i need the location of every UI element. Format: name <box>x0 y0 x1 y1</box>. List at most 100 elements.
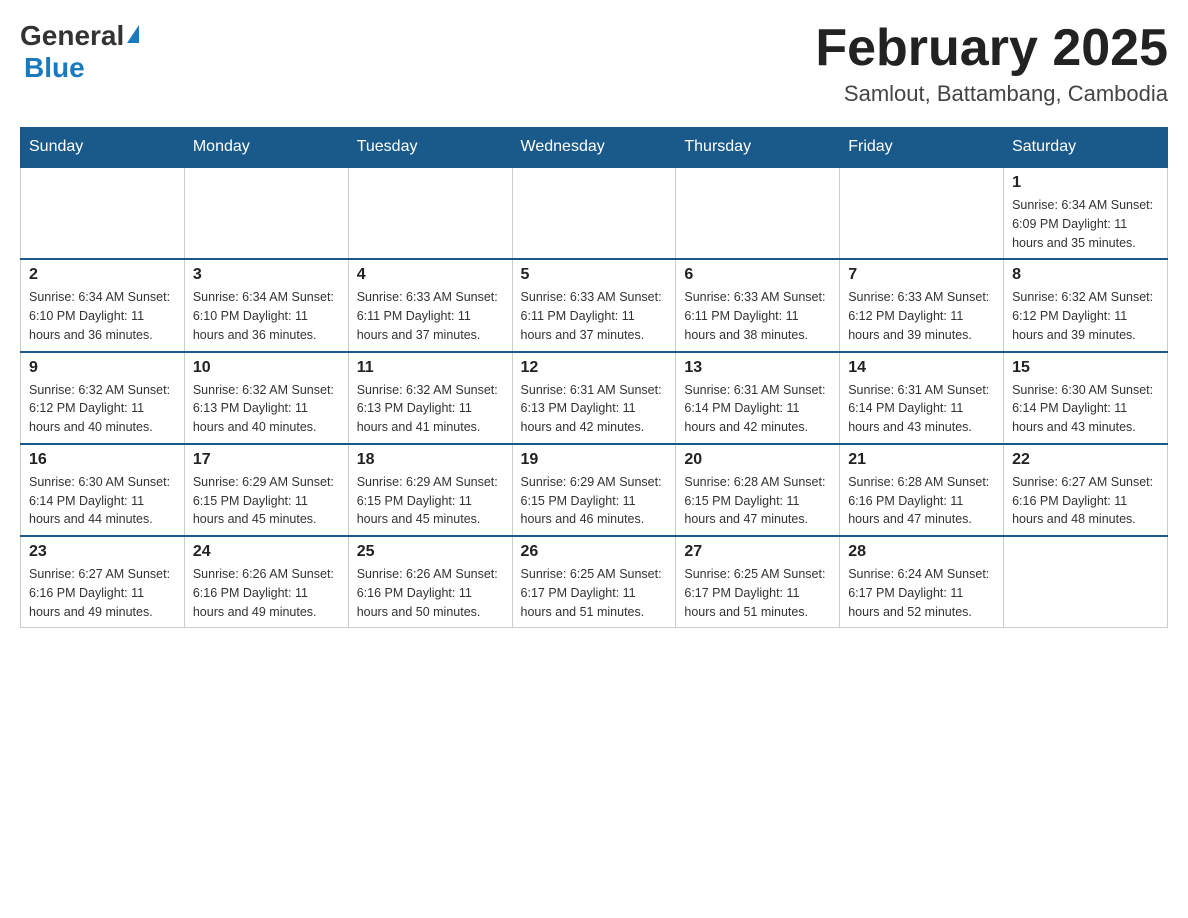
day-number: 17 <box>193 451 340 469</box>
day-number: 28 <box>848 543 995 561</box>
calendar-cell: 2 Sunrise: 6:34 AM Sunset: 6:10 PM Daylig… <box>21 259 185 351</box>
calendar-cell <box>21 167 185 259</box>
day-number: 5 <box>521 266 668 284</box>
day-info: Sunrise: 6:28 AM Sunset: 6:15 PM Dayligh… <box>684 473 831 529</box>
day-number: 8 <box>1012 266 1159 284</box>
day-info: Sunrise: 6:27 AM Sunset: 6:16 PM Dayligh… <box>29 565 176 621</box>
calendar-cell: 9 Sunrise: 6:32 AM Sunset: 6:12 PM Daylig… <box>21 352 185 444</box>
day-info: Sunrise: 6:25 AM Sunset: 6:17 PM Dayligh… <box>521 565 668 621</box>
day-info: Sunrise: 6:33 AM Sunset: 6:11 PM Dayligh… <box>357 288 504 344</box>
day-number: 14 <box>848 359 995 377</box>
day-info: Sunrise: 6:29 AM Sunset: 6:15 PM Dayligh… <box>193 473 340 529</box>
day-info: Sunrise: 6:34 AM Sunset: 6:10 PM Dayligh… <box>29 288 176 344</box>
calendar-cell: 15Sunrise: 6:30 AM Sunset: 6:14 PM Dayli… <box>1004 352 1168 444</box>
col-header-friday: Friday <box>840 128 1004 168</box>
calendar-cell: 16Sunrise: 6:30 AM Sunset: 6:14 PM Dayli… <box>21 444 185 536</box>
day-info: Sunrise: 6:25 AM Sunset: 6:17 PM Dayligh… <box>684 565 831 621</box>
calendar-cell: 8 Sunrise: 6:32 AM Sunset: 6:12 PM Daylig… <box>1004 259 1168 351</box>
calendar-week-2: 2 Sunrise: 6:34 AM Sunset: 6:10 PM Daylig… <box>21 259 1168 351</box>
calendar-week-1: 1 Sunrise: 6:34 AM Sunset: 6:09 PM Daylig… <box>21 167 1168 259</box>
day-info: Sunrise: 6:32 AM Sunset: 6:13 PM Dayligh… <box>193 381 340 437</box>
calendar-cell: 26 Sunrise: 6:25 AM Sunset: 6:17 PM Dayli… <box>512 536 676 628</box>
day-info: Sunrise: 6:31 AM Sunset: 6:13 PM Dayligh… <box>521 381 668 437</box>
calendar-cell: 1 Sunrise: 6:34 AM Sunset: 6:09 PM Daylig… <box>1004 167 1168 259</box>
day-info: Sunrise: 6:33 AM Sunset: 6:11 PM Dayligh… <box>521 288 668 344</box>
day-number: 22 <box>1012 451 1159 469</box>
calendar-header-row: SundayMondayTuesdayWednesdayThursdayFrid… <box>21 128 1168 168</box>
logo-triangle-icon <box>127 25 139 43</box>
calendar-cell: 4 Sunrise: 6:33 AM Sunset: 6:11 PM Daylig… <box>348 259 512 351</box>
day-number: 23 <box>29 543 176 561</box>
calendar-cell: 10 Sunrise: 6:32 AM Sunset: 6:13 PM Dayli… <box>184 352 348 444</box>
day-number: 13 <box>684 359 831 377</box>
page-header: General Blue February 2025 Samlout, Batt… <box>20 20 1168 107</box>
day-number: 1 <box>1012 174 1159 192</box>
day-number: 21 <box>848 451 995 469</box>
col-header-sunday: Sunday <box>21 128 185 168</box>
logo: General Blue <box>20 20 139 84</box>
calendar-cell <box>184 167 348 259</box>
col-header-thursday: Thursday <box>676 128 840 168</box>
col-header-tuesday: Tuesday <box>348 128 512 168</box>
day-number: 10 <box>193 359 340 377</box>
day-number: 24 <box>193 543 340 561</box>
day-number: 6 <box>684 266 831 284</box>
calendar-week-5: 23 Sunrise: 6:27 AM Sunset: 6:16 PM Dayli… <box>21 536 1168 628</box>
day-number: 12 <box>521 359 668 377</box>
day-number: 7 <box>848 266 995 284</box>
day-number: 26 <box>521 543 668 561</box>
day-info: Sunrise: 6:32 AM Sunset: 6:13 PM Dayligh… <box>357 381 504 437</box>
day-info: Sunrise: 6:26 AM Sunset: 6:16 PM Dayligh… <box>193 565 340 621</box>
day-info: Sunrise: 6:26 AM Sunset: 6:16 PM Dayligh… <box>357 565 504 621</box>
day-info: Sunrise: 6:28 AM Sunset: 6:16 PM Dayligh… <box>848 473 995 529</box>
day-info: Sunrise: 6:32 AM Sunset: 6:12 PM Dayligh… <box>29 381 176 437</box>
calendar-cell: 20 Sunrise: 6:28 AM Sunset: 6:15 PM Dayli… <box>676 444 840 536</box>
day-info: Sunrise: 6:31 AM Sunset: 6:14 PM Dayligh… <box>684 381 831 437</box>
calendar-table: SundayMondayTuesdayWednesdayThursdayFrid… <box>20 127 1168 628</box>
day-info: Sunrise: 6:33 AM Sunset: 6:11 PM Dayligh… <box>684 288 831 344</box>
calendar-cell: 21 Sunrise: 6:28 AM Sunset: 6:16 PM Dayli… <box>840 444 1004 536</box>
day-number: 27 <box>684 543 831 561</box>
calendar-cell: 19Sunrise: 6:29 AM Sunset: 6:15 PM Dayli… <box>512 444 676 536</box>
day-number: 4 <box>357 266 504 284</box>
calendar-cell: 13 Sunrise: 6:31 AM Sunset: 6:14 PM Dayli… <box>676 352 840 444</box>
day-number: 2 <box>29 266 176 284</box>
location-subtitle: Samlout, Battambang, Cambodia <box>815 81 1168 107</box>
calendar-cell: 25 Sunrise: 6:26 AM Sunset: 6:16 PM Dayli… <box>348 536 512 628</box>
col-header-wednesday: Wednesday <box>512 128 676 168</box>
calendar-cell: 3 Sunrise: 6:34 AM Sunset: 6:10 PM Daylig… <box>184 259 348 351</box>
calendar-cell: 6 Sunrise: 6:33 AM Sunset: 6:11 PM Daylig… <box>676 259 840 351</box>
day-info: Sunrise: 6:34 AM Sunset: 6:09 PM Dayligh… <box>1012 196 1159 252</box>
day-info: Sunrise: 6:32 AM Sunset: 6:12 PM Dayligh… <box>1012 288 1159 344</box>
day-number: 25 <box>357 543 504 561</box>
day-info: Sunrise: 6:33 AM Sunset: 6:12 PM Dayligh… <box>848 288 995 344</box>
calendar-week-3: 9 Sunrise: 6:32 AM Sunset: 6:12 PM Daylig… <box>21 352 1168 444</box>
col-header-monday: Monday <box>184 128 348 168</box>
calendar-cell: 18 Sunrise: 6:29 AM Sunset: 6:15 PM Dayli… <box>348 444 512 536</box>
logo-general-text: General <box>20 20 124 52</box>
calendar-cell <box>348 167 512 259</box>
day-number: 9 <box>29 359 176 377</box>
calendar-cell: 12 Sunrise: 6:31 AM Sunset: 6:13 PM Dayli… <box>512 352 676 444</box>
col-header-saturday: Saturday <box>1004 128 1168 168</box>
calendar-cell <box>512 167 676 259</box>
calendar-cell <box>840 167 1004 259</box>
calendar-cell: 23 Sunrise: 6:27 AM Sunset: 6:16 PM Dayli… <box>21 536 185 628</box>
month-title: February 2025 <box>815 20 1168 77</box>
day-info: Sunrise: 6:30 AM Sunset: 6:14 PM Dayligh… <box>1012 381 1159 437</box>
calendar-cell: 14Sunrise: 6:31 AM Sunset: 6:14 PM Dayli… <box>840 352 1004 444</box>
day-number: 18 <box>357 451 504 469</box>
calendar-cell: 17 Sunrise: 6:29 AM Sunset: 6:15 PM Dayli… <box>184 444 348 536</box>
day-number: 11 <box>357 359 504 377</box>
calendar-cell: 27 Sunrise: 6:25 AM Sunset: 6:17 PM Dayli… <box>676 536 840 628</box>
day-number: 3 <box>193 266 340 284</box>
calendar-cell <box>676 167 840 259</box>
day-number: 20 <box>684 451 831 469</box>
logo-blue-text: Blue <box>24 52 85 83</box>
day-info: Sunrise: 6:29 AM Sunset: 6:15 PM Dayligh… <box>357 473 504 529</box>
day-info: Sunrise: 6:30 AM Sunset: 6:14 PM Dayligh… <box>29 473 176 529</box>
calendar-cell: 22 Sunrise: 6:27 AM Sunset: 6:16 PM Dayli… <box>1004 444 1168 536</box>
calendar-cell: 5 Sunrise: 6:33 AM Sunset: 6:11 PM Daylig… <box>512 259 676 351</box>
day-info: Sunrise: 6:27 AM Sunset: 6:16 PM Dayligh… <box>1012 473 1159 529</box>
day-info: Sunrise: 6:34 AM Sunset: 6:10 PM Dayligh… <box>193 288 340 344</box>
